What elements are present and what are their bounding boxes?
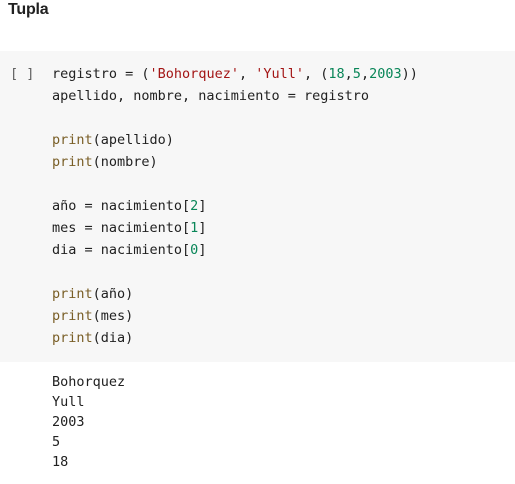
code-token: mes = nacimiento[ [52,220,191,236]
run-cell-button[interactable]: [ ] [10,63,34,85]
code-token: (nombre) [92,154,158,170]
output-line: 18 [52,454,69,470]
code-token: 18 [328,66,345,82]
code-token: 'Bohorquez' [149,66,239,82]
code-token: , ( [304,66,329,82]
code-line: print(nombre) [52,151,418,173]
code-token: (año) [92,286,134,302]
code-editor[interactable]: registro = ('Bohorquez', 'Yull', (18,5,2… [52,63,418,349]
code-token: print [52,330,93,346]
code-token: (mes) [92,308,134,324]
code-line: print(apellido) [52,129,418,151]
code-token: dia = nacimiento[ [52,242,191,258]
output-line: 2003 [52,414,85,430]
code-token: ] [198,242,207,258]
code-token: print [52,286,93,302]
code-line: registro = ('Bohorquez', 'Yull', (18,5,2… [52,63,418,85]
code-token: 5 [352,66,361,82]
code-line: print(año) [52,283,418,305]
code-line: dia = nacimiento[0] [52,239,418,261]
code-token: 'Yull' [255,66,304,82]
code-token: registro = ( [52,66,150,82]
output-line: Bohorquez [52,374,126,390]
code-line: año = nacimiento[2] [52,195,418,217]
output-line: Yull [52,394,85,410]
code-token: (dia) [92,330,134,346]
code-token: (apellido) [92,132,174,148]
code-token: print [52,132,93,148]
code-line: mes = nacimiento[1] [52,217,418,239]
code-token: ] [198,198,207,214]
code-token: año = nacimiento[ [52,198,191,214]
code-token: , [360,66,370,82]
code-token: apellido, nombre, nacimiento = registro [52,88,369,104]
code-line: apellido, nombre, nacimiento = registro [52,85,418,107]
code-line: print(dia) [52,327,418,349]
code-token: , [344,66,353,82]
code-token: print [52,154,93,170]
output-line: 5 [52,434,61,450]
code-token: ] [198,220,207,236]
code-token: 2003 [369,66,402,82]
code-token: print [52,308,93,324]
code-token: )) [401,66,418,82]
section-heading: Tupla [8,1,49,18]
cell-output: Bohorquez Yull 2003 5 18 [52,372,125,472]
code-line: print(mes) [52,305,418,327]
code-token: , [238,66,256,82]
